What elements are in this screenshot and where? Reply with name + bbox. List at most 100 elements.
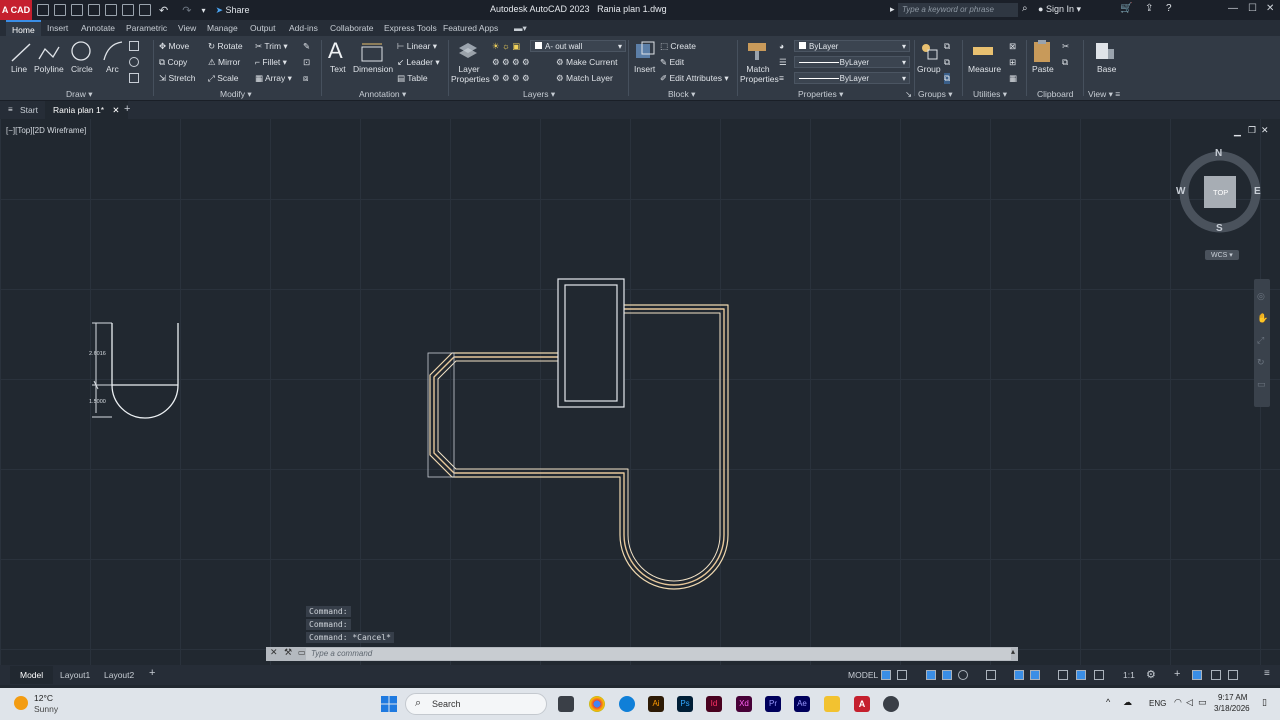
layer-dropdown[interactable]: A- out wall ▾: [530, 40, 626, 52]
tab-add-ins[interactable]: Add-ins: [289, 23, 318, 33]
fillet-button[interactable]: ⌐ Fillet ▾: [255, 57, 287, 68]
group-button[interactable]: Group: [917, 64, 941, 74]
search-arrow-icon[interactable]: ▸: [890, 4, 895, 15]
u-shape-drawing[interactable]: [88, 317, 188, 423]
lineweight-dropdown[interactable]: ByLayer ▾: [794, 72, 910, 84]
weather-sun-icon[interactable]: [14, 696, 28, 710]
compass-south[interactable]: S: [1216, 223, 1223, 234]
hardware-acceleration-icon[interactable]: [1211, 670, 1221, 680]
match-properties-button[interactable]: Match Properties: [740, 64, 779, 84]
utilities-panel-label[interactable]: Utilities ▾: [973, 89, 1007, 100]
leader-button[interactable]: ↙ Leader ▾: [397, 57, 440, 68]
volume-icon[interactable]: ◁: [1186, 697, 1193, 708]
weather-temp[interactable]: 12°C: [34, 693, 53, 703]
polyline-button[interactable]: Polyline: [34, 64, 64, 74]
viewport-restore-icon[interactable]: ❐: [1248, 125, 1256, 136]
clean-screen-icon[interactable]: [1228, 670, 1238, 680]
properties-launcher-icon[interactable]: ↘: [905, 89, 912, 100]
object-snap-tracking-icon[interactable]: [1014, 670, 1024, 680]
new-tab-icon[interactable]: +: [124, 103, 130, 115]
plus-icon[interactable]: +: [1174, 668, 1180, 680]
viewport-minimize-icon[interactable]: ▁: [1234, 126, 1241, 137]
tab-rania-plan[interactable]: Rania plan 1* ✕: [45, 101, 128, 120]
menu-icon[interactable]: ≡: [8, 105, 13, 114]
windows-start-icon[interactable]: [380, 695, 398, 713]
move-button[interactable]: ✥ Move: [159, 41, 189, 52]
dimension-lower[interactable]: 1.5000: [89, 399, 106, 405]
open-file-icon[interactable]: [54, 4, 66, 16]
match-layer-button[interactable]: ⚙ Match Layer: [556, 73, 613, 84]
tab-view[interactable]: View: [178, 23, 196, 33]
grid-icon[interactable]: [881, 670, 891, 680]
explode-icon[interactable]: ⊡: [303, 57, 310, 68]
command-recent-icon[interactable]: ▭: [298, 648, 306, 657]
tab-manage[interactable]: Manage: [207, 23, 238, 33]
edit-block-button[interactable]: ✎ Edit: [660, 57, 684, 68]
clock-date[interactable]: 3/18/2026: [1214, 704, 1250, 713]
save-web-icon[interactable]: [122, 4, 134, 16]
close-icon[interactable]: ✕: [1266, 3, 1274, 14]
illustrator-icon[interactable]: Ai: [648, 696, 664, 712]
tray-overflow-icon[interactable]: ^: [1106, 697, 1110, 707]
snap-icon[interactable]: [897, 670, 907, 680]
compass-west[interactable]: W: [1176, 186, 1185, 197]
linear-button[interactable]: ⊢ Linear ▾: [397, 41, 437, 52]
color-wheel-icon[interactable]: ◕: [779, 41, 784, 51]
edit-attributes-button[interactable]: ✐ Edit Attributes ▾: [660, 73, 729, 84]
tab-parametric[interactable]: Parametric: [126, 23, 167, 33]
dynamic-input-icon[interactable]: [942, 670, 952, 680]
isometric-icon[interactable]: [986, 670, 996, 680]
calculator-icon[interactable]: ▦: [1009, 73, 1017, 84]
annotation-monitor-icon[interactable]: [1076, 670, 1086, 680]
language-indicator[interactable]: ENG: [1149, 699, 1166, 708]
annotation-scale[interactable]: 1:1: [1123, 670, 1135, 680]
tab-output[interactable]: Output: [250, 23, 276, 33]
offset-icon[interactable]: ⧈: [303, 73, 308, 84]
select-all-icon[interactable]: ⊞: [1009, 57, 1016, 68]
wifi-icon[interactable]: ◠: [1174, 697, 1182, 708]
new-layout-icon[interactable]: +: [149, 667, 155, 679]
viewport-label[interactable]: [−][Top][2D Wireframe]: [6, 126, 86, 135]
taskbar-search[interactable]: ⌕ Search: [405, 693, 547, 715]
xd-icon[interactable]: Xd: [736, 696, 752, 712]
customization-menu-icon[interactable]: ≡: [1264, 668, 1270, 679]
autocad-logo-icon[interactable]: A CAD: [0, 0, 32, 20]
steering-wheel-icon[interactable]: ◎: [1257, 291, 1265, 302]
showmotion-icon[interactable]: ▭: [1257, 379, 1266, 390]
save-icon[interactable]: [71, 4, 83, 16]
dimension-button[interactable]: Dimension: [353, 64, 393, 74]
floor-plan[interactable]: [420, 269, 740, 599]
quick-select-icon[interactable]: ⊠: [1009, 41, 1016, 52]
premiere-icon[interactable]: Pr: [765, 696, 781, 712]
drawing-canvas[interactable]: [−][Top][2D Wireframe] ▁ ❐ ✕ N S E W TOP…: [0, 119, 1280, 665]
measure-button[interactable]: Measure: [968, 64, 1001, 74]
share-app-icon[interactable]: ⇪: [1145, 3, 1153, 14]
chrome-icon[interactable]: [589, 696, 605, 712]
isolate-objects-icon[interactable]: [1192, 670, 1202, 680]
viewport-close-icon[interactable]: ✕: [1261, 125, 1269, 136]
minimize-icon[interactable]: —: [1228, 3, 1238, 14]
tab-layout1[interactable]: Layout1: [60, 670, 90, 680]
stair-block-outer[interactable]: [557, 278, 625, 408]
redo-icon[interactable]: ↷: [182, 4, 191, 17]
tab-layout2[interactable]: Layout2: [104, 670, 134, 680]
tab-start[interactable]: Start: [20, 105, 38, 115]
copy-button[interactable]: ⧉ Copy: [159, 57, 187, 68]
clipboard-panel-label[interactable]: Clipboard: [1037, 89, 1073, 99]
after-effects-icon[interactable]: Ae: [794, 696, 810, 712]
orbit-icon[interactable]: ↻: [1257, 357, 1265, 368]
groups-panel-label[interactable]: Groups ▾: [918, 89, 953, 100]
navigation-bar[interactable]: ◎ ✋ ⤢ ↻ ▭: [1254, 279, 1270, 407]
annotation-panel-label[interactable]: Annotation ▾: [359, 89, 406, 100]
zoom-extents-icon[interactable]: ⤢: [1257, 335, 1264, 346]
command-input[interactable]: Type a command: [306, 648, 1011, 660]
indesign-icon[interactable]: Id: [706, 696, 722, 712]
weather-condition[interactable]: Sunny: [34, 704, 58, 714]
task-view-icon[interactable]: [558, 696, 574, 712]
command-customize-icon[interactable]: ⚒: [284, 647, 292, 658]
compass-east[interactable]: E: [1254, 186, 1261, 197]
tab-collaborate[interactable]: Collaborate: [330, 23, 373, 33]
autocad-taskbar-icon[interactable]: A: [854, 696, 870, 712]
insert-button[interactable]: Insert: [634, 64, 655, 74]
layer-tools-icons[interactable]: ⚙ ⚙ ⚙ ⚙: [492, 57, 530, 68]
